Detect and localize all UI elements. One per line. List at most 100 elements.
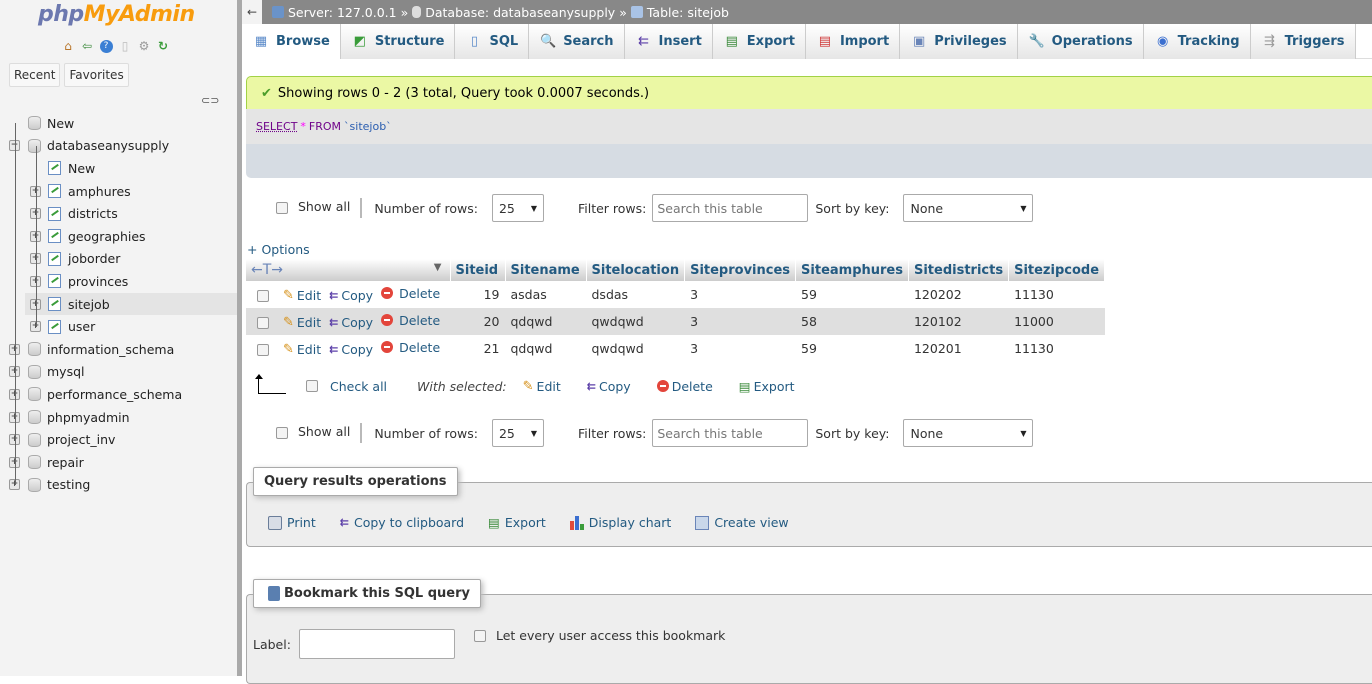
check-all-label[interactable]: Check all <box>330 379 387 394</box>
phpmyadmin-logo[interactable]: phpMyAdmin <box>38 2 195 27</box>
cell-sitename[interactable]: qdqwd <box>505 335 586 362</box>
show-all-checkbox[interactable] <box>276 427 288 439</box>
delete-row-button[interactable]: Delete <box>381 340 440 355</box>
tree-item-label[interactable]: geographies <box>68 229 146 244</box>
breadcrumb-database[interactable]: Database: databaseanysupply <box>425 5 615 20</box>
cell-sitedistricts[interactable]: 120202 <box>908 281 1009 308</box>
cell-siteprovinces[interactable]: 3 <box>684 308 796 335</box>
tree-item-repair[interactable]: +repair <box>0 451 237 474</box>
column-resize-icon[interactable]: ←T→ <box>251 262 283 278</box>
sort-by-key-select[interactable]: None ▼ <box>903 194 1034 222</box>
cell-sitename[interactable]: asdas <box>505 281 586 308</box>
sort-by-key-select[interactable]: None ▼ <box>903 419 1034 447</box>
tree-item-project-inv[interactable]: +project_inv <box>0 428 237 451</box>
create-view-button[interactable]: Create view <box>695 515 789 530</box>
tree-item-label[interactable]: joborder <box>68 251 120 266</box>
edit-row-button[interactable]: ✎ Edit <box>283 342 321 357</box>
tab-tracking[interactable]: ◉ Tracking <box>1143 24 1251 59</box>
tree-item-phpmyadmin[interactable]: +phpmyadmin <box>0 406 237 429</box>
tab-browse[interactable]: ▦ Browse <box>242 24 341 59</box>
copy-to-clipboard-button[interactable]: ⇇ Copy to clipboard <box>340 515 464 530</box>
tree-item-label[interactable]: project_inv <box>47 432 115 447</box>
export-button[interactable]: ▤ Export <box>488 515 546 530</box>
copy-row-button[interactable]: ⇇ Copy <box>329 315 373 330</box>
tree-item-sitejob[interactable]: +sitejob <box>25 292 237 316</box>
edit-row-button[interactable]: ✎ Edit <box>283 288 321 303</box>
cell-siteprovinces[interactable]: 3 <box>684 335 796 362</box>
number-of-rows-select[interactable]: 25 ▼ <box>491 194 544 222</box>
tree-item-information-schema[interactable]: +information_schema <box>0 338 237 361</box>
row-checkbox[interactable] <box>257 316 269 329</box>
home-icon[interactable]: ⌂ <box>60 38 76 54</box>
column-header-siteprovinces[interactable]: Siteprovinces <box>684 259 797 281</box>
tab-triggers[interactable]: ⇶ Triggers <box>1250 24 1356 59</box>
cell-sitezipcode[interactable]: 11130 <box>1008 281 1105 308</box>
tab-import[interactable]: ▤ Import <box>805 24 901 59</box>
cell-siteamphures[interactable]: 59 <box>795 281 909 308</box>
tree-item-label[interactable]: New <box>68 161 95 176</box>
tab-export[interactable]: ▤ Export <box>712 24 806 59</box>
cell-sitename[interactable]: qdqwd <box>505 308 586 335</box>
cell-sitedistricts[interactable]: 120201 <box>908 335 1009 362</box>
column-header-sitedistricts[interactable]: Sitedistricts <box>908 259 1010 281</box>
tab-insert[interactable]: ⇇ Insert <box>624 24 713 59</box>
filter-rows-input[interactable]: Search this table <box>652 194 809 222</box>
sql-select-keyword[interactable]: SELECT <box>256 120 297 133</box>
column-header-sitelocation[interactable]: Sitelocation <box>586 259 686 281</box>
tree-item-label[interactable]: information_schema <box>47 342 174 357</box>
tree-item-new[interactable]: New <box>0 112 237 135</box>
tree-item-mysql[interactable]: +mysql <box>0 361 237 384</box>
bulk-export-button[interactable]: ▤ Export <box>739 379 795 394</box>
tree-item-label[interactable]: repair <box>47 455 84 470</box>
sidebar-resize-handle[interactable] <box>237 0 242 676</box>
tree-item-testing[interactable]: +testing <box>0 474 237 497</box>
docs-icon[interactable]: ▯ <box>117 38 133 54</box>
bookmark-label-input[interactable] <box>298 629 455 659</box>
tree-item-label[interactable]: phpmyadmin <box>47 410 130 425</box>
delete-row-button[interactable]: Delete <box>381 286 440 301</box>
tree-item-label[interactable]: mysql <box>47 364 85 379</box>
bulk-copy-button[interactable]: ⇇ Copy <box>587 379 631 394</box>
sort-menu-icon[interactable]: ▼ <box>434 262 442 273</box>
tree-item-label[interactable]: provinces <box>68 274 128 289</box>
cell-siteid[interactable]: 20 <box>450 308 505 335</box>
tree-item-label[interactable]: databaseanysupply <box>47 138 169 153</box>
reload-icon[interactable]: ↻ <box>155 38 171 54</box>
cell-sitelocation[interactable]: qwdqwd <box>586 335 685 362</box>
delete-row-button[interactable]: Delete <box>381 313 440 328</box>
edit-row-button[interactable]: ✎ Edit <box>283 315 321 330</box>
tree-item-label[interactable]: amphures <box>68 184 131 199</box>
favorite-tables-button[interactable]: Favorites <box>64 63 129 87</box>
cell-sitedistricts[interactable]: 120102 <box>908 308 1009 335</box>
tree-item-label[interactable]: performance_schema <box>47 387 182 402</box>
help-icon[interactable]: ? <box>98 38 114 54</box>
tree-item-label[interactable]: user <box>68 319 95 334</box>
logout-icon[interactable]: ⇦ <box>79 38 95 54</box>
tree-item-performance-schema[interactable]: +performance_schema <box>0 383 237 406</box>
cell-siteid[interactable]: 19 <box>450 281 505 308</box>
cell-sitelocation[interactable]: qwdqwd <box>586 308 685 335</box>
cell-sitelocation[interactable]: dsdas <box>586 281 685 308</box>
recent-tables-button[interactable]: Recent <box>9 63 61 87</box>
cell-siteamphures[interactable]: 58 <box>795 308 909 335</box>
share-bookmark-checkbox[interactable] <box>474 629 486 642</box>
check-all-checkbox[interactable] <box>306 380 318 392</box>
breadcrumb-table[interactable]: Table: sitejob <box>647 5 729 20</box>
cell-sitezipcode[interactable]: 11000 <box>1008 308 1105 335</box>
tree-item-label[interactable]: districts <box>68 206 118 221</box>
cell-siteid[interactable]: 21 <box>450 335 505 362</box>
tree-item-label[interactable]: testing <box>47 477 90 492</box>
tab-sql[interactable]: ▯ SQL <box>455 24 530 59</box>
copy-row-button[interactable]: ⇇ Copy <box>329 288 373 303</box>
column-header-siteid[interactable]: Siteid <box>450 259 506 281</box>
print-button[interactable]: Print <box>268 515 316 530</box>
column-header-sitename[interactable]: Sitename <box>505 259 587 281</box>
tab-privileges[interactable]: ▣ Privileges <box>900 24 1018 59</box>
options-toggle[interactable]: + Options <box>247 242 310 257</box>
tab-search[interactable]: 🔍 Search <box>529 24 625 59</box>
row-checkbox[interactable] <box>257 343 269 356</box>
tab-structure[interactable]: ◩ Structure <box>340 24 456 59</box>
bulk-edit-button[interactable]: ✎ Edit <box>523 379 561 394</box>
row-checkbox[interactable] <box>257 289 269 302</box>
settings-icon[interactable]: ⚙ <box>136 38 152 54</box>
